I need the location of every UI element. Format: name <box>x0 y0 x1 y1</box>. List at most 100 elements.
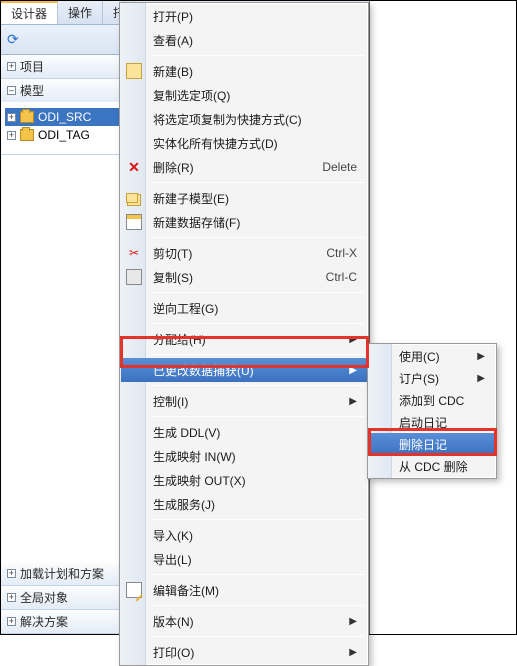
copy-icon <box>126 269 142 285</box>
panel-title: 全局对象 <box>20 589 68 606</box>
submenu-arrow-icon: ▶ <box>349 365 357 376</box>
menu-gen-map-in[interactable]: 生成映射 IN(W) <box>121 444 367 468</box>
menu-open[interactable]: 打开(P) <box>121 4 367 28</box>
menu-delete[interactable]: ✕ 删除(R) Delete <box>121 155 367 179</box>
menu-label: 实体化所有快捷方式(D) <box>153 135 278 152</box>
menu-reverse[interactable]: 逆向工程(G) <box>121 296 367 320</box>
menu-version[interactable]: 版本(N) ▶ <box>121 609 367 633</box>
menu-copy[interactable]: 复制(S) Ctrl-C <box>121 265 367 289</box>
folder-icon <box>20 129 34 141</box>
datastore-icon <box>126 214 142 230</box>
menu-label: 删除日记 <box>399 436 447 453</box>
expand-icon[interactable]: + <box>7 617 16 626</box>
menu-label: 编辑备注(M) <box>153 582 219 599</box>
delete-icon: ✕ <box>126 159 142 175</box>
submenu-add-cdc[interactable]: 添加到 CDC <box>369 389 495 411</box>
menu-label: 控制(I) <box>153 393 188 410</box>
submenu-remove-cdc[interactable]: 从 CDC 删除 <box>369 455 495 477</box>
menu-label: 添加到 CDC <box>399 392 464 409</box>
submenu-use[interactable]: 使用(C) ▶ <box>369 345 495 367</box>
edit-icon <box>126 582 142 598</box>
panel-title: 解决方案 <box>20 613 68 630</box>
panel-title: 模型 <box>20 82 44 99</box>
menu-label: 导入(K) <box>153 527 193 544</box>
menu-new-datastore[interactable]: 新建数据存储(F) <box>121 210 367 234</box>
menu-label: 打印(O) <box>153 644 194 661</box>
menu-label: 使用(C) <box>399 348 440 365</box>
cut-icon: ✂ <box>126 245 142 261</box>
submenu-arrow-icon: ▶ <box>477 351 485 362</box>
menu-label: 订户(S) <box>399 370 439 387</box>
submenu-arrow-icon: ▶ <box>477 373 485 384</box>
submenu-start-journal[interactable]: 启动日记 <box>369 411 495 433</box>
submenu-arrow-icon: ▶ <box>349 396 357 407</box>
menu-label: 将选定项复制为快捷方式(C) <box>153 111 302 128</box>
submenu-arrow-icon: ▶ <box>349 334 357 345</box>
menu-label: 新建数据存储(F) <box>153 214 240 231</box>
folder-icon <box>20 111 34 123</box>
tab-actions[interactable]: 操作 <box>58 1 103 24</box>
submenu-arrow-icon: ▶ <box>349 616 357 627</box>
menu-label: 复制(S) <box>153 269 193 286</box>
menu-label: 生成服务(J) <box>153 496 215 513</box>
menu-label: 剪切(T) <box>153 245 192 262</box>
tree-label: ODI_TAG <box>38 128 90 142</box>
menu-export[interactable]: 导出(L) <box>121 547 367 571</box>
menu-gen-ddl[interactable]: 生成 DDL(V) <box>121 420 367 444</box>
menu-edit-memo[interactable]: 编辑备注(M) <box>121 578 367 602</box>
menu-cut[interactable]: ✂ 剪切(T) Ctrl-X <box>121 241 367 265</box>
menu-copy-selection[interactable]: 复制选定项(Q) <box>121 83 367 107</box>
menu-label: 版本(N) <box>153 613 194 630</box>
menu-assign[interactable]: 分配给(H) ▶ <box>121 327 367 351</box>
new-icon <box>126 63 142 79</box>
menu-label: 从 CDC 删除 <box>399 458 468 475</box>
submodel-icon <box>126 193 138 203</box>
context-menu: 打开(P) 查看(A) 新建(B) 复制选定项(Q) 将选定项复制为快捷方式(C… <box>119 2 369 666</box>
menu-copy-shortcut[interactable]: 将选定项复制为快捷方式(C) <box>121 107 367 131</box>
menu-label: 导出(L) <box>153 551 192 568</box>
menu-new[interactable]: 新建(B) <box>121 59 367 83</box>
menu-label: 生成映射 IN(W) <box>153 448 236 465</box>
menu-label: 分配给(H) <box>153 331 206 348</box>
menu-label: 打开(P) <box>153 8 193 25</box>
menu-label: 启动日记 <box>399 414 447 431</box>
submenu-arrow-icon: ▶ <box>349 647 357 658</box>
refresh-icon[interactable]: ⟳ <box>7 31 19 48</box>
menu-label: 删除(R) <box>153 159 194 176</box>
tab-designer[interactable]: 设计器 <box>1 1 58 24</box>
menu-materialize[interactable]: 实体化所有快捷方式(D) <box>121 131 367 155</box>
expand-icon[interactable]: + <box>7 593 16 602</box>
tab-label: 操作 <box>68 4 92 21</box>
menu-gen-map-out[interactable]: 生成映射 OUT(X) <box>121 468 367 492</box>
shortcut: Ctrl-X <box>326 246 357 260</box>
submenu-subscriber[interactable]: 订户(S) ▶ <box>369 367 495 389</box>
menu-label: 新建(B) <box>153 63 193 80</box>
expand-icon[interactable]: + <box>7 113 16 122</box>
menu-control[interactable]: 控制(I) ▶ <box>121 389 367 413</box>
tab-label: 设计器 <box>11 5 47 22</box>
menu-label: 已更改数据捕获(U) <box>153 362 254 379</box>
menu-view[interactable]: 查看(A) <box>121 28 367 52</box>
tree-label: ODI_SRC <box>38 110 91 124</box>
submenu-drop-journal[interactable]: 删除日记 <box>369 433 495 455</box>
expand-icon[interactable]: – <box>7 86 16 95</box>
menu-import[interactable]: 导入(K) <box>121 523 367 547</box>
expand-icon[interactable]: + <box>7 62 16 71</box>
shortcut: Delete <box>322 160 357 174</box>
shortcut: Ctrl-C <box>326 270 357 284</box>
cdc-submenu: 使用(C) ▶ 订户(S) ▶ 添加到 CDC 启动日记 删除日记 从 CDC 删除 <box>367 343 497 479</box>
menu-label: 查看(A) <box>153 32 193 49</box>
menu-print[interactable]: 打印(O) ▶ <box>121 640 367 664</box>
menu-label: 生成映射 OUT(X) <box>153 472 246 489</box>
menu-label: 逆向工程(G) <box>153 300 218 317</box>
menu-new-submodel[interactable]: 新建子模型(E) <box>121 186 367 210</box>
menu-label: 生成 DDL(V) <box>153 424 220 441</box>
expand-icon[interactable]: + <box>7 569 16 578</box>
menu-cdc[interactable]: 已更改数据捕获(U) ▶ <box>121 358 367 382</box>
expand-icon[interactable]: + <box>7 131 16 140</box>
panel-title: 项目 <box>20 58 44 75</box>
panel-title: 加载计划和方案 <box>20 565 104 582</box>
menu-gen-service[interactable]: 生成服务(J) <box>121 492 367 516</box>
menu-label: 新建子模型(E) <box>153 190 229 207</box>
menu-label: 复制选定项(Q) <box>153 87 230 104</box>
